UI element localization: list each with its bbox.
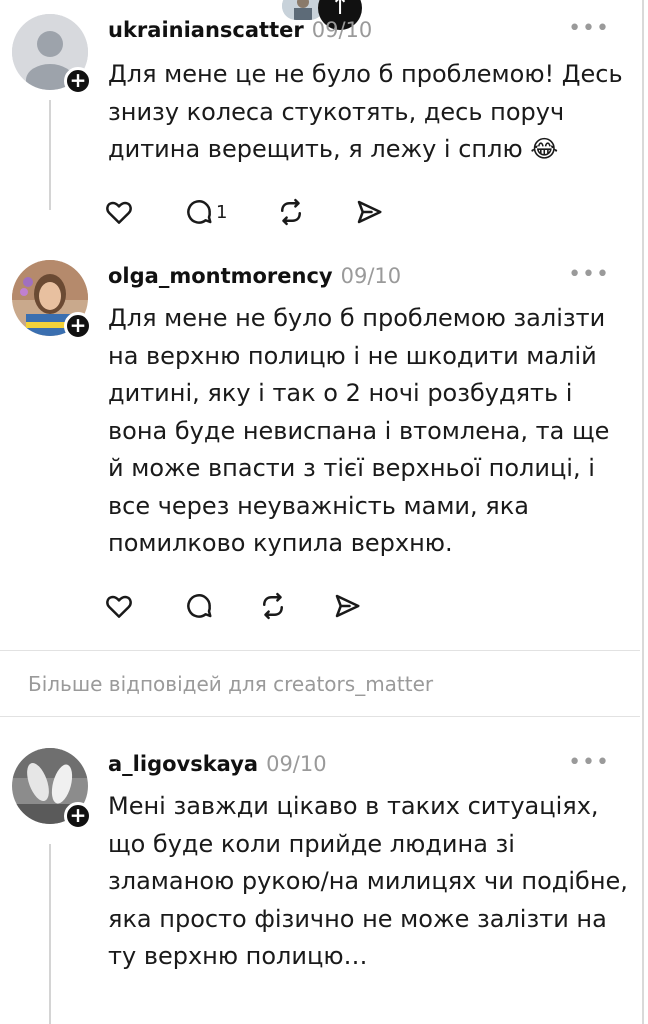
follow-plus-button[interactable]: + — [64, 802, 92, 830]
divider — [0, 716, 640, 717]
reply-count: 1 — [216, 201, 228, 223]
thread-line — [49, 100, 51, 210]
plus-icon: + — [69, 68, 87, 92]
like-button[interactable] — [104, 196, 134, 228]
more-options-button[interactable]: ••• — [568, 750, 610, 775]
share-button[interactable] — [332, 590, 362, 622]
post-actions — [104, 590, 404, 622]
share-icon — [357, 200, 382, 224]
post-text: Для мене це не було б проблемою! Десь зн… — [108, 60, 623, 163]
post-text: Для мене не було б проблемою залізти на … — [108, 304, 610, 557]
plus-icon: + — [69, 313, 87, 337]
more-options-button[interactable]: ••• — [568, 262, 610, 287]
scrollbar-edge — [642, 0, 644, 1024]
share-button[interactable] — [354, 196, 384, 228]
repost-button[interactable] — [258, 590, 288, 622]
divider — [0, 650, 640, 651]
post-date: 09/10 — [266, 752, 327, 776]
share-icon — [335, 594, 360, 618]
comment-icon — [187, 594, 212, 618]
heart-icon — [106, 595, 132, 618]
like-button[interactable] — [104, 590, 134, 622]
post-date: 09/10 — [340, 264, 402, 288]
post-date: 09/10 — [311, 18, 373, 42]
username[interactable]: a_ligovskaya 09/10 — [108, 752, 327, 776]
thread-line — [49, 844, 51, 1024]
reply-button[interactable] — [184, 590, 216, 622]
post-text: Мені завжди цікаво в таких ситуаціях, що… — [108, 792, 628, 970]
repost-button[interactable] — [276, 196, 306, 228]
plus-icon: + — [69, 803, 87, 827]
post-actions: 1 — [104, 196, 404, 228]
arrow-up-icon: ↑ — [329, 0, 351, 20]
username[interactable]: olga_montmorency 09/10 — [108, 264, 401, 288]
follow-plus-button[interactable]: + — [64, 67, 92, 95]
follow-plus-button[interactable]: + — [64, 312, 92, 340]
repost-icon — [281, 198, 301, 226]
more-options-button[interactable]: ••• — [568, 16, 610, 41]
more-replies-link[interactable]: Більше відповідей для creators_matter — [28, 672, 433, 696]
heart-icon — [106, 201, 132, 224]
reply-button[interactable]: 1 — [184, 196, 227, 228]
repost-icon — [263, 592, 283, 620]
username[interactable]: ukrainianscatter 09/10 — [108, 18, 372, 42]
comment-icon — [187, 200, 212, 224]
